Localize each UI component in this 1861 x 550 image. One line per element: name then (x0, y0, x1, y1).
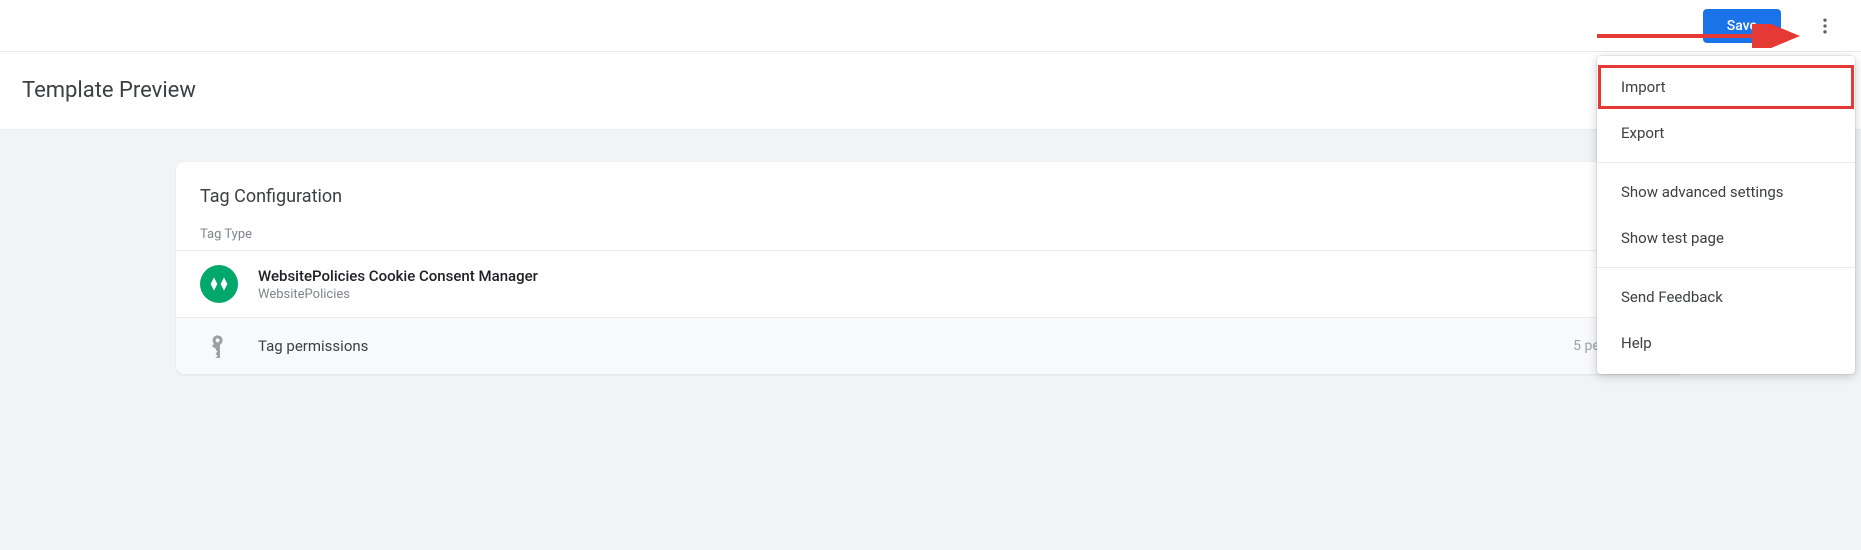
tag-permissions-row[interactable]: Tag permissions 5 permissions (176, 317, 1685, 374)
tag-vendor-icon (200, 265, 238, 303)
content-area: Tag Configuration Tag Type WebsitePolici… (0, 130, 1861, 550)
page-title: Template Preview (22, 78, 196, 103)
key-icon (207, 334, 231, 358)
menu-item-show-test-page[interactable]: Show test page (1597, 215, 1855, 261)
permissions-label: Tag permissions (258, 337, 1573, 355)
menu-item-help[interactable]: Help (1597, 320, 1855, 366)
save-button[interactable]: Save (1703, 9, 1781, 43)
menu-item-import[interactable]: Import (1597, 64, 1855, 110)
tag-type-label: Tag Type (176, 227, 1685, 250)
menu-item-export[interactable]: Export (1597, 110, 1855, 156)
menu-separator (1597, 162, 1855, 163)
menu-item-send-feedback[interactable]: Send Feedback (1597, 274, 1855, 320)
more-options-menu: ImportExport Show advanced settingsShow t… (1597, 56, 1855, 374)
key-icon-wrap (200, 334, 238, 358)
tag-type-row[interactable]: WebsitePolicies Cookie Consent Manager W… (176, 250, 1685, 317)
menu-separator (1597, 267, 1855, 268)
tag-info: WebsitePolicies Cookie Consent Manager W… (258, 267, 538, 302)
tag-config-card: Tag Configuration Tag Type WebsitePolici… (176, 162, 1685, 374)
more-options-button[interactable] (1805, 6, 1845, 46)
subheader: Template Preview (0, 52, 1861, 130)
more-vert-icon (1815, 16, 1835, 36)
menu-item-show-advanced-settings[interactable]: Show advanced settings (1597, 169, 1855, 215)
tag-name: WebsitePolicies Cookie Consent Manager (258, 267, 538, 285)
header: Save (0, 0, 1861, 52)
tag-vendor: WebsitePolicies (258, 287, 538, 302)
card-title: Tag Configuration (176, 186, 1685, 227)
